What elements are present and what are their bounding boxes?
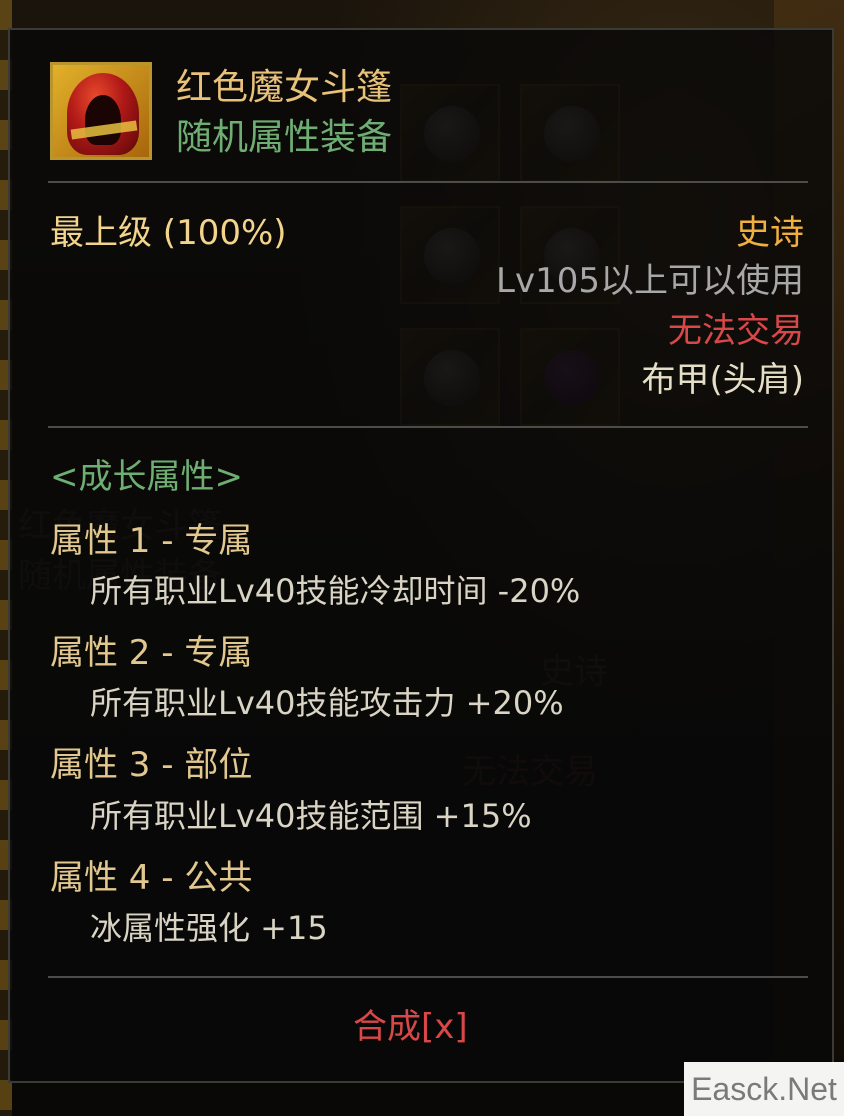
attribute-title: 属性 2 - 专属 (50, 633, 253, 673)
item-type: 随机属性装备 (176, 117, 393, 158)
attribute-description: 所有职业Lv40技能范围 +15% (90, 797, 532, 835)
attribute-description: 所有职业Lv40技能攻击力 +20% (90, 684, 564, 722)
divider (48, 976, 808, 978)
attribute-description: 所有职业Lv40技能冷却时间 -20% (90, 572, 581, 610)
growth-attributes-header: <成长属性> (50, 457, 243, 497)
level-requirement: Lv105以上可以使用 (496, 261, 804, 301)
item-rarity: 史诗 (736, 213, 804, 253)
site-watermark: Easck.Net (684, 1062, 844, 1116)
equipment-slot-type: 布甲(头肩) (641, 360, 804, 400)
attribute-title: 属性 1 - 专属 (50, 521, 253, 561)
item-grade: 最上级 (100%) (50, 213, 287, 253)
trade-status: 无法交易 (668, 311, 804, 351)
red-witch-cloak-icon (50, 62, 152, 160)
attribute-title: 属性 4 - 公共 (50, 858, 253, 898)
attribute-title: 属性 3 - 部位 (50, 745, 253, 785)
compose-button[interactable]: 合成[x] (353, 1010, 468, 1044)
attribute-description: 冰属性强化 +15 (90, 909, 328, 947)
item-tooltip: 红色魔女斗篷 随机属性装备 最上级 (100%) 史诗 Lv105以上可以使用 … (8, 28, 834, 1083)
game-screen: 红色魔女斗篷 随机属性装备 史诗 无法交易 红色魔女斗篷 随机属性装备 最上级 … (0, 0, 844, 1116)
divider (48, 181, 808, 183)
item-name: 红色魔女斗篷 (176, 67, 393, 108)
divider (48, 426, 808, 428)
